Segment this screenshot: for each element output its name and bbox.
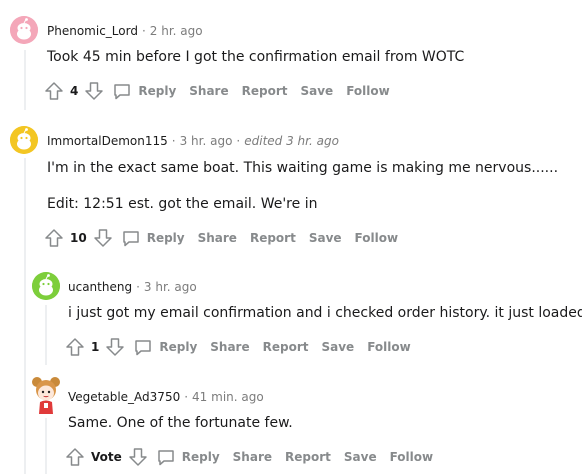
vote-count: 1 — [91, 340, 100, 354]
upvote-icon[interactable] — [44, 228, 64, 248]
timestamp[interactable]: 2 hr. ago — [150, 24, 203, 38]
downvote-icon[interactable] — [93, 228, 113, 248]
username[interactable]: ImmortalDemon115 — [47, 134, 168, 148]
reply-icon[interactable] — [156, 447, 176, 467]
save-button[interactable]: Save — [309, 231, 342, 245]
username[interactable]: Vegetable_Ad3750 — [68, 390, 180, 404]
username[interactable]: Phenomic_Lord — [47, 24, 138, 38]
comment-actions: 4 Reply Share Report Save Follow — [44, 79, 403, 103]
separator-dot: · — [171, 134, 176, 148]
comment-actions: Vote Reply Share Report Save Follow — [65, 445, 446, 469]
report-button[interactable]: Report — [242, 84, 288, 98]
thread-line[interactable] — [45, 418, 47, 474]
comment-meta: ucantheng · 3 hr. ago — [68, 279, 197, 295]
report-button[interactable]: Report — [263, 340, 309, 354]
reply-button[interactable]: Reply — [138, 84, 176, 98]
reply-button[interactable]: Reply — [159, 340, 197, 354]
timestamp[interactable]: 3 hr. ago — [180, 134, 233, 148]
timestamp[interactable]: 41 min. ago — [192, 390, 264, 404]
reply-button[interactable]: Reply — [147, 231, 185, 245]
downvote-icon[interactable] — [128, 447, 148, 467]
report-button[interactable]: Report — [250, 231, 296, 245]
thread-line[interactable] — [45, 305, 47, 365]
comment-body: I'm in the exact same boat. This waiting… — [47, 160, 559, 176]
separator-dot: · — [184, 390, 189, 404]
timestamp[interactable]: 3 hr. ago — [144, 280, 197, 294]
reply-icon[interactable] — [121, 228, 141, 248]
save-button[interactable]: Save — [321, 340, 354, 354]
comment-actions: 10 Reply Share Report Save Follow — [44, 226, 411, 250]
downvote-icon[interactable] — [105, 337, 125, 357]
comment-body: Edit: 12:51 est. got the email. We're in — [47, 196, 318, 212]
thread-line[interactable] — [24, 50, 26, 110]
share-button[interactable]: Share — [189, 84, 228, 98]
follow-button[interactable]: Follow — [346, 84, 390, 98]
comment-body: Same. One of the fortunate few. — [68, 415, 293, 431]
save-button[interactable]: Save — [344, 450, 377, 464]
snoo-green-avatar[interactable] — [32, 272, 60, 300]
comment-meta: Vegetable_Ad3750 · 41 min. ago — [68, 389, 264, 405]
username[interactable]: ucantheng — [68, 280, 132, 294]
share-button[interactable]: Share — [233, 450, 272, 464]
edited-label: edited 3 hr. ago — [244, 134, 339, 148]
snoo-yellow-avatar[interactable] — [10, 126, 38, 154]
follow-button[interactable]: Follow — [367, 340, 411, 354]
upvote-icon[interactable] — [65, 447, 85, 467]
downvote-icon[interactable] — [84, 81, 104, 101]
separator-dot: · — [236, 134, 241, 148]
thread-line[interactable] — [24, 158, 26, 474]
vote-count: 4 — [70, 84, 79, 98]
vote-count: 10 — [70, 231, 87, 245]
upvote-icon[interactable] — [65, 337, 85, 357]
comment-meta: Phenomic_Lord · 2 hr. ago — [47, 23, 203, 39]
share-button[interactable]: Share — [198, 231, 237, 245]
vote-count: Vote — [91, 450, 122, 464]
reply-icon[interactable] — [112, 81, 132, 101]
comment-body: i just got my email confirmation and i c… — [68, 305, 582, 321]
upvote-icon[interactable] — [44, 81, 64, 101]
comment-actions: 1 Reply Share Report Save Follow — [65, 335, 424, 359]
separator-dot: · — [136, 280, 140, 294]
snoo-pink-avatar[interactable] — [10, 16, 38, 44]
comment-body: Took 45 min before I got the confirmatio… — [47, 49, 465, 65]
share-button[interactable]: Share — [210, 340, 249, 354]
save-button[interactable]: Save — [300, 84, 333, 98]
comment-meta: ImmortalDemon115 · 3 hr. ago · edited 3 hr. … — [47, 133, 339, 149]
reply-icon[interactable] — [133, 337, 153, 357]
report-button[interactable]: Report — [285, 450, 331, 464]
follow-button[interactable]: Follow — [390, 450, 434, 464]
separator-dot: · — [141, 24, 146, 38]
follow-button[interactable]: Follow — [355, 231, 399, 245]
custom-girl-avatar[interactable] — [30, 374, 62, 414]
reply-button[interactable]: Reply — [182, 450, 220, 464]
